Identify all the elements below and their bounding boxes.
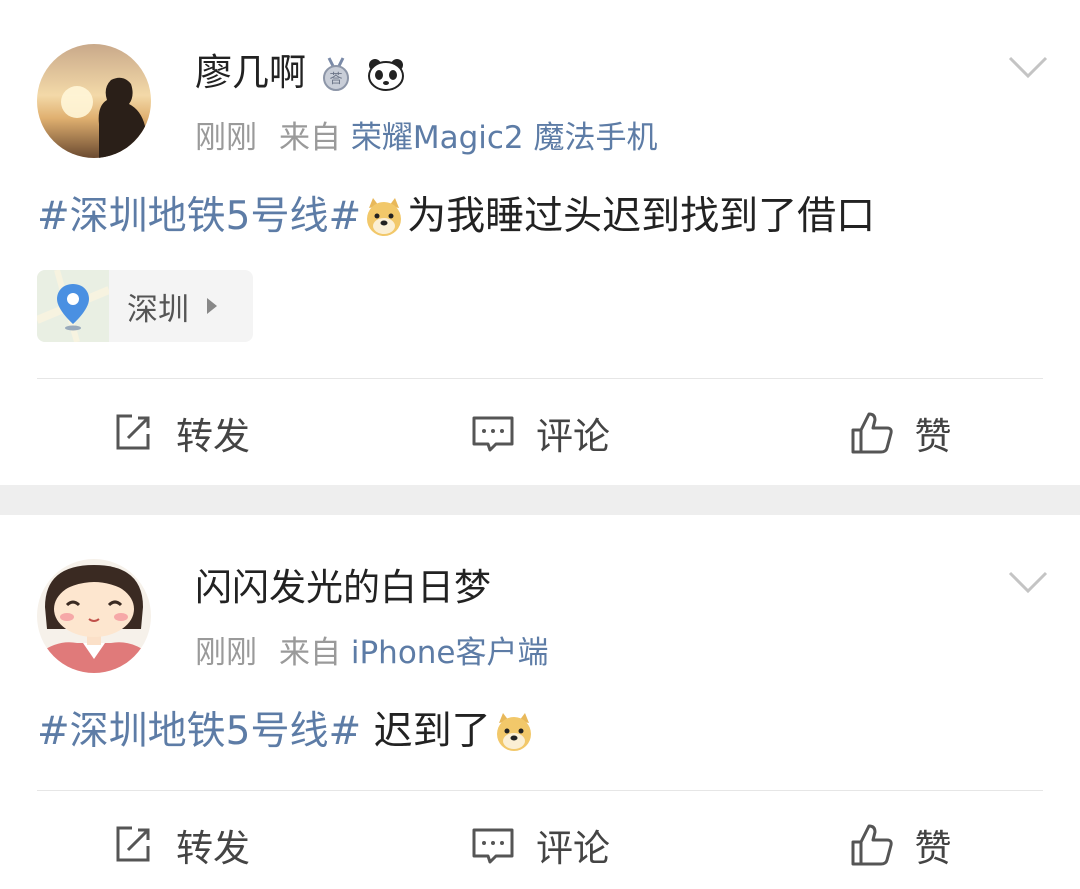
svg-text:荅: 荅 [329, 72, 342, 87]
location-label: 深圳 [127, 291, 189, 328]
comment-icon [472, 828, 514, 864]
comment-button[interactable]: 评论 [360, 805, 720, 885]
source-link[interactable]: 荣耀Magic2 魔法手机 [351, 120, 658, 156]
medal-badge-icon: 荅 [318, 55, 354, 91]
panda-badge-icon [366, 55, 404, 91]
repost-icon [116, 826, 150, 862]
username[interactable]: 闪闪发光的白日梦 [195, 563, 491, 613]
post-separator [0, 485, 1080, 515]
post-time: 刚刚 [195, 635, 257, 671]
chevron-down-icon[interactable] [1006, 567, 1050, 597]
comment-button[interactable]: 评论 [360, 393, 720, 473]
divider [37, 790, 1043, 791]
post-time: 刚刚 [195, 120, 257, 156]
topic-link[interactable]: #深圳地铁5号线# [37, 705, 361, 759]
location-tag[interactable]: 深圳 [37, 270, 253, 342]
username-text[interactable]: 廖几啊 [195, 48, 306, 98]
comment-icon [472, 416, 514, 452]
post-content: #深圳地铁5号线# 迟到了 [37, 705, 537, 759]
like-label: 赞 [914, 827, 952, 870]
username-text[interactable]: 闪闪发光的白日梦 [195, 563, 491, 613]
arrow-right-icon [207, 298, 217, 314]
post-meta: 刚刚 来自 荣耀Magic2 魔法手机 [195, 118, 658, 158]
like-button[interactable]: 赞 [720, 805, 1080, 885]
doge-emoji-icon [363, 196, 405, 238]
post-content: #深圳地铁5号线# 为我睡过头迟到找到了借口 [37, 190, 875, 244]
post-card[interactable]: 闪闪发光的白日梦 刚刚 来自 iPhone客户端 #深圳地铁5号线# 迟到了 转… [0, 515, 1080, 889]
repost-button[interactable]: 转发 [0, 393, 360, 473]
comment-label: 评论 [536, 415, 610, 458]
doge-emoji-icon [493, 711, 535, 753]
avatar[interactable] [37, 559, 151, 673]
thumbs-up-icon [851, 412, 893, 454]
map-thumbnail [37, 270, 111, 342]
topic-link[interactable]: #深圳地铁5号线# [37, 190, 361, 244]
source-link[interactable]: iPhone客户端 [351, 635, 549, 671]
thumbs-up-icon [851, 824, 893, 866]
repost-button[interactable]: 转发 [0, 805, 360, 885]
post-meta: 刚刚 来自 iPhone客户端 [195, 633, 549, 673]
username[interactable]: 廖几啊 荅 [195, 48, 404, 98]
chevron-down-icon[interactable] [1006, 52, 1050, 82]
post-text: 为我睡过头迟到找到了借口 [407, 194, 876, 239]
comment-label: 评论 [536, 827, 610, 870]
action-bar: 转发 评论 赞 [0, 805, 1080, 885]
post-card[interactable]: 廖几啊 荅 刚刚 来自 荣耀Magic2 魔法手机 #深圳地铁5号线# 为我睡过… [0, 0, 1080, 485]
source-prefix: 来自 [279, 635, 341, 671]
avatar[interactable] [37, 44, 151, 158]
post-text: 迟到了 [361, 709, 491, 754]
like-label: 赞 [914, 415, 952, 458]
like-button[interactable]: 赞 [720, 393, 1080, 473]
repost-icon [116, 414, 150, 450]
repost-label: 转发 [176, 415, 250, 458]
repost-label: 转发 [176, 827, 250, 870]
feed: 廖几啊 荅 刚刚 来自 荣耀Magic2 魔法手机 #深圳地铁5号线# 为我睡过… [0, 0, 1080, 889]
divider [37, 378, 1043, 379]
action-bar: 转发 评论 赞 [0, 393, 1080, 473]
source-prefix: 来自 [279, 120, 341, 156]
